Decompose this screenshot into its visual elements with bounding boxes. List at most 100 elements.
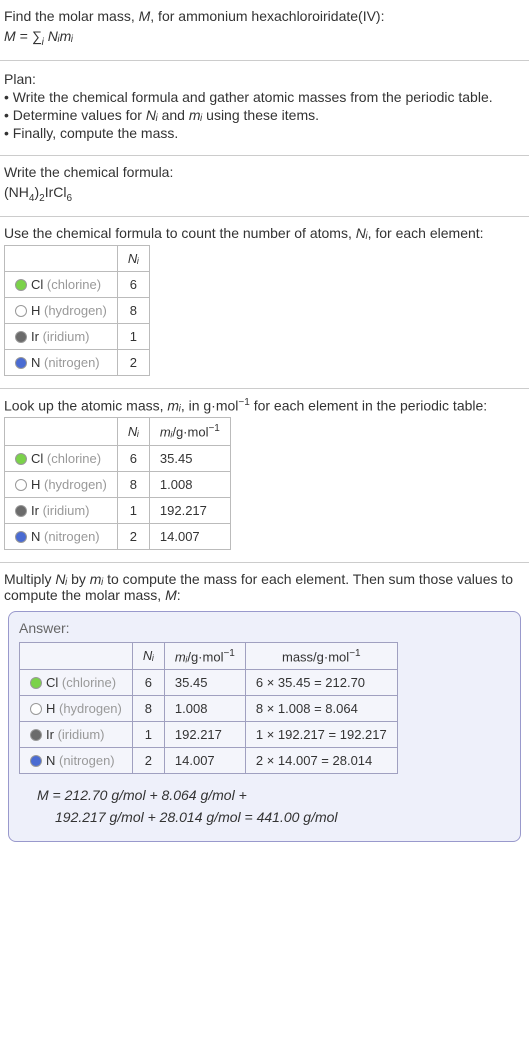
plan-b2-ni: Nᵢ bbox=[146, 107, 158, 123]
element-cell: N (nitrogen) bbox=[5, 349, 118, 375]
chem-formula: (NH4)2IrCl6 bbox=[4, 184, 525, 204]
element-swatch-icon bbox=[15, 453, 27, 465]
table-row: Cl (chlorine)6 bbox=[5, 271, 150, 297]
element-symbol: Cl bbox=[31, 277, 47, 292]
header-empty bbox=[5, 245, 118, 271]
intro-text-a: Find the molar mass, bbox=[4, 8, 139, 24]
element-cell: H (hydrogen) bbox=[20, 695, 133, 721]
count-h-ni: Nᵢ bbox=[356, 225, 368, 241]
mass-h-c: for each element in the periodic table: bbox=[250, 397, 487, 413]
element-cell: Ir (iridium) bbox=[20, 721, 133, 747]
element-name: (chlorine) bbox=[47, 277, 101, 292]
element-symbol: Cl bbox=[46, 675, 62, 690]
mass-calc: 8 × 1.008 = 8.064 bbox=[245, 695, 397, 721]
plan-title: Plan: bbox=[4, 71, 525, 87]
final-b: 192.217 g/mol + 28.014 g/mol = 441.00 g/… bbox=[37, 809, 338, 825]
header-mi-b: /g·mol bbox=[187, 649, 223, 664]
plan-b2-mid: and bbox=[158, 107, 189, 123]
mult-h-mi: mᵢ bbox=[90, 571, 103, 587]
chemical-formula-section: Write the chemical formula: (NH4)2IrCl6 bbox=[0, 156, 529, 217]
header-mass: mass/g·mol−1 bbox=[245, 642, 397, 669]
mass-h-b: , in g·mol bbox=[181, 397, 239, 413]
element-name: (hydrogen) bbox=[44, 303, 107, 318]
element-swatch-icon bbox=[30, 755, 42, 767]
count-h-a: Use the chemical formula to count the nu… bbox=[4, 225, 356, 241]
m-value: 35.45 bbox=[164, 669, 245, 695]
n-value: 6 bbox=[132, 669, 164, 695]
header-ni: Nᵢ bbox=[132, 642, 164, 669]
table-row: Ir (iridium)1192.2171 × 192.217 = 192.21… bbox=[20, 721, 398, 747]
element-symbol: N bbox=[31, 355, 44, 370]
final-molar-mass: M = 212.70 g/mol + 8.064 g/mol + 192.217… bbox=[19, 784, 510, 829]
element-cell: Cl (chlorine) bbox=[5, 271, 118, 297]
element-swatch-icon bbox=[15, 357, 27, 369]
header-mi-a: mᵢ bbox=[160, 425, 172, 440]
element-swatch-icon bbox=[30, 729, 42, 741]
header-mi: mᵢ/g·mol−1 bbox=[149, 418, 230, 445]
element-swatch-icon bbox=[30, 677, 42, 689]
element-name: (nitrogen) bbox=[44, 355, 100, 370]
m-value: 1.008 bbox=[164, 695, 245, 721]
formula-tail: Nᵢmᵢ bbox=[44, 28, 73, 44]
element-name: (hydrogen) bbox=[59, 701, 122, 716]
element-swatch-icon bbox=[15, 479, 27, 491]
n-value: 1 bbox=[117, 497, 149, 523]
element-name: (nitrogen) bbox=[44, 529, 100, 544]
plan-bullet-2: • Determine values for Nᵢ and mᵢ using t… bbox=[4, 107, 525, 123]
element-cell: Ir (iridium) bbox=[5, 497, 118, 523]
intro-text: Find the molar mass, M, for ammonium hex… bbox=[4, 8, 525, 24]
intro-formula: M = ∑i Nᵢmᵢ bbox=[4, 28, 525, 48]
element-cell: Ir (iridium) bbox=[5, 323, 118, 349]
atom-count-table: Nᵢ Cl (chlorine)6H (hydrogen)8Ir (iridiu… bbox=[4, 245, 150, 376]
element-cell: N (nitrogen) bbox=[20, 747, 133, 773]
table-header-row: Nᵢ bbox=[5, 245, 150, 271]
element-cell: H (hydrogen) bbox=[5, 297, 118, 323]
m-value: 14.007 bbox=[149, 523, 230, 549]
mult-h-a: Multiply bbox=[4, 571, 55, 587]
plan-bullet-3: • Finally, compute the mass. bbox=[4, 125, 525, 141]
chem-c: IrCl bbox=[45, 184, 67, 200]
atomic-mass-section: Look up the atomic mass, mᵢ, in g·mol−1 … bbox=[0, 389, 529, 563]
plan-b2-a: • Determine values for bbox=[4, 107, 146, 123]
mult-h-ni: Nᵢ bbox=[55, 571, 67, 587]
n-value: 1 bbox=[117, 323, 149, 349]
m-value: 14.007 bbox=[164, 747, 245, 773]
table-row: H (hydrogen)81.008 bbox=[5, 471, 231, 497]
n-value: 8 bbox=[117, 297, 149, 323]
table-row: N (nitrogen)214.0072 × 14.007 = 28.014 bbox=[20, 747, 398, 773]
n-value: 2 bbox=[132, 747, 164, 773]
header-empty bbox=[20, 642, 133, 669]
element-symbol: N bbox=[31, 529, 44, 544]
header-empty bbox=[5, 418, 118, 445]
element-symbol: H bbox=[46, 701, 59, 716]
element-swatch-icon bbox=[15, 331, 27, 343]
element-swatch-icon bbox=[30, 703, 42, 715]
mass-h-a: Look up the atomic mass, bbox=[4, 397, 167, 413]
n-value: 2 bbox=[117, 349, 149, 375]
atom-count-section: Use the chemical formula to count the nu… bbox=[0, 217, 529, 389]
element-symbol: Ir bbox=[46, 727, 58, 742]
element-cell: Cl (chlorine) bbox=[20, 669, 133, 695]
element-symbol: N bbox=[46, 753, 59, 768]
plan-bullet-1: • Write the chemical formula and gather … bbox=[4, 89, 525, 105]
mass-heading: Look up the atomic mass, mᵢ, in g·mol−1 … bbox=[4, 397, 525, 414]
table-header-row: Nᵢ mᵢ/g·mol−1 mass/g·mol−1 bbox=[20, 642, 398, 669]
answer-label: Answer: bbox=[19, 620, 510, 636]
element-symbol: Cl bbox=[31, 451, 47, 466]
header-mi-exp: −1 bbox=[208, 423, 219, 434]
element-symbol: H bbox=[31, 303, 44, 318]
element-cell: H (hydrogen) bbox=[5, 471, 118, 497]
n-value: 1 bbox=[132, 721, 164, 747]
intro-section: Find the molar mass, M, for ammonium hex… bbox=[0, 0, 529, 61]
element-name: (iridium) bbox=[43, 329, 90, 344]
m-value: 35.45 bbox=[149, 445, 230, 471]
header-ni: Nᵢ bbox=[117, 418, 149, 445]
table-row: H (hydrogen)8 bbox=[5, 297, 150, 323]
table-header-row: Nᵢ mᵢ/g·mol−1 bbox=[5, 418, 231, 445]
count-heading: Use the chemical formula to count the nu… bbox=[4, 225, 525, 241]
table-row: Ir (iridium)1192.217 bbox=[5, 497, 231, 523]
intro-text-b: , for ammonium hexachloroiridate(IV): bbox=[150, 8, 384, 24]
mass-h-exp: −1 bbox=[238, 397, 249, 408]
element-symbol: H bbox=[31, 477, 44, 492]
element-symbol: Ir bbox=[31, 329, 43, 344]
